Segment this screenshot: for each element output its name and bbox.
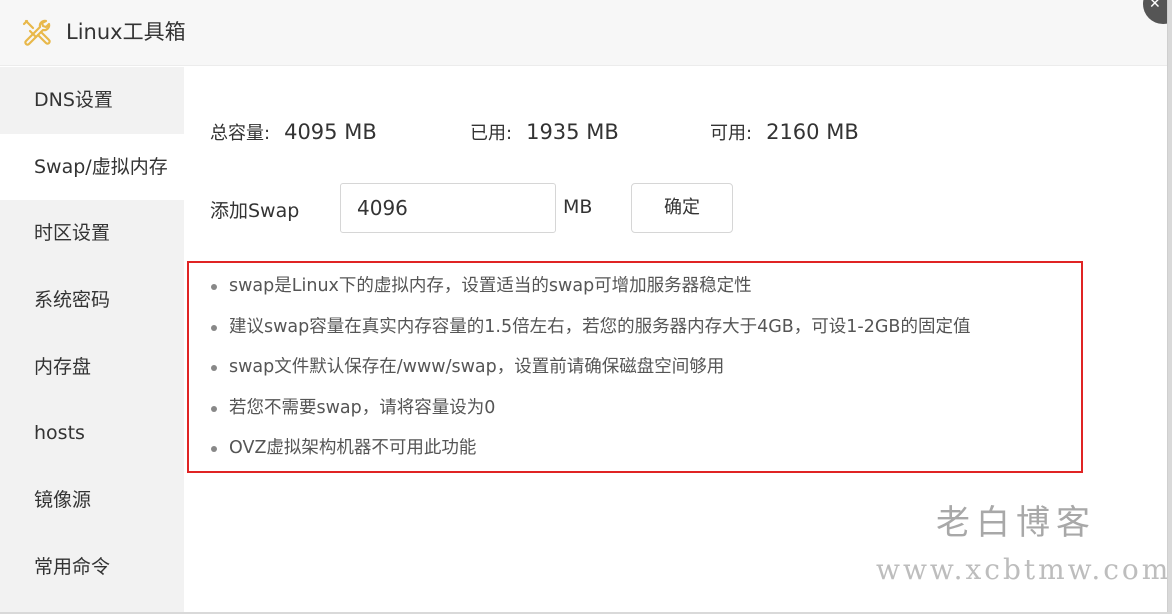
note-text: swap文件默认保存在/www/swap，设置前请确保磁盘空间够用	[229, 357, 725, 377]
notes-list: swap是Linux下的虚拟内存，设置适当的swap可增加服务器稳定性 建议sw…	[189, 263, 1081, 470]
swap-panel: 总容量: 4095 MB 已用: 1935 MB 可用: 2160 MB 添加Swap…	[184, 67, 1167, 612]
used-label: 已用:	[470, 123, 513, 144]
bullet-icon	[211, 284, 217, 290]
sidebar-item-swap[interactable]: Swap/虚拟内存	[0, 133, 184, 201]
note-text: 建议swap容量在真实内存容量的1.5倍左右，若您的服务器内存大于4GB，可设1…	[229, 316, 971, 337]
free-label: 可用:	[710, 123, 753, 144]
total-capacity: 总容量: 4095 MB	[210, 119, 377, 145]
sidebar-item-dns[interactable]: DNS设置	[0, 67, 184, 134]
bullet-icon	[211, 405, 217, 412]
add-swap-row: 添加Swap MB 确定	[210, 183, 910, 233]
free-value: 2160 MB	[766, 120, 859, 144]
note-item: 若您不需要swap，请将容量设为0	[211, 389, 1081, 430]
note-item: swap是Linux下的虚拟内存，设置适当的swap可增加服务器稳定性	[211, 267, 1081, 308]
used-capacity: 已用: 1935 MB	[470, 119, 619, 145]
sidebar-item-ramdisk[interactable]: 内存盘	[0, 334, 184, 401]
note-text: 若您不需要swap，请将容量设为0	[229, 397, 496, 418]
swap-size-input[interactable]	[340, 183, 556, 233]
watermark-title: 老白博客	[936, 503, 1096, 543]
note-item: OVZ虚拟架构机器不可用此功能	[211, 429, 1081, 470]
note-item: 建议swap容量在真实内存容量的1.5倍左右，若您的服务器内存大于4GB，可设1…	[211, 308, 1081, 349]
sidebar-item-password[interactable]: 系统密码	[0, 267, 184, 334]
note-item: swap文件默认保存在/www/swap，设置前请确保磁盘空间够用	[211, 348, 1081, 389]
swap-notes-box: swap是Linux下的虚拟内存，设置适当的swap可增加服务器稳定性 建议sw…	[187, 261, 1083, 473]
sidebar-item-commands[interactable]: 常用命令	[0, 534, 184, 601]
add-swap-label: 添加Swap	[210, 200, 300, 222]
tools-icon	[22, 19, 51, 46]
sidebar: DNS设置 Swap/虚拟内存 时区设置 系统密码 内存盘 hosts 镜像源 …	[0, 67, 184, 612]
total-label: 总容量:	[210, 123, 271, 144]
note-text: swap是Linux下的虚拟内存，设置适当的swap可增加服务器稳定性	[229, 276, 752, 296]
confirm-button[interactable]: 确定	[631, 183, 733, 233]
close-icon: ✕	[1149, 0, 1161, 12]
used-value: 1935 MB	[526, 120, 619, 144]
swap-unit-label: MB	[563, 196, 593, 218]
sidebar-item-mirror[interactable]: 镜像源	[0, 467, 184, 534]
bullet-icon	[211, 324, 217, 331]
note-text: OVZ虚拟架构机器不可用此功能	[229, 438, 477, 458]
window-title: Linux工具箱	[66, 20, 186, 44]
total-value: 4095 MB	[284, 120, 377, 144]
sidebar-item-timezone[interactable]: 时区设置	[0, 200, 184, 267]
watermark-url: www.xcbtmw.com	[876, 553, 1168, 586]
sidebar-item-hosts[interactable]: hosts	[0, 400, 184, 467]
title-bar: Linux工具箱	[0, 0, 1167, 66]
bullet-icon	[211, 365, 217, 371]
bullet-icon	[211, 446, 217, 452]
linux-toolbox-dialog: Linux工具箱 DNS设置 Swap/虚拟内存 时区设置 系统密码 内存盘 h…	[0, 0, 1168, 612]
free-capacity: 可用: 2160 MB	[710, 119, 859, 145]
